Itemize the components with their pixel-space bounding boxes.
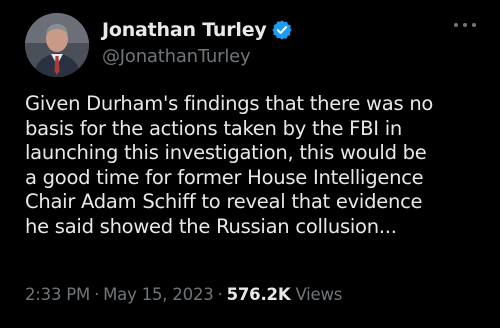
meta-separator: · (217, 285, 223, 304)
tweet-text-line: a good time for former House Intelligenc… (25, 165, 424, 189)
tweet-text-line: he said showed the Russian collusion... (25, 214, 397, 238)
name-row: Jonathan Turley (102, 17, 293, 43)
more-dot (472, 23, 476, 27)
more-options-icon[interactable] (454, 20, 476, 30)
views-count: 576.2K (226, 285, 291, 304)
more-dot (463, 23, 467, 27)
tweet-text: Given Durham's findings that there was n… (25, 92, 480, 240)
user-info: Jonathan Turley @JonathanTurley (102, 17, 293, 67)
tweet-time[interactable]: 2:33 PM (25, 285, 90, 304)
display-name[interactable]: Jonathan Turley (102, 19, 267, 41)
tweet-text-line: Chair Adam Schiff to reveal that evidenc… (25, 190, 423, 214)
tweet-text-line: launching this investigation, this would… (25, 141, 427, 165)
user-handle[interactable]: @JonathanTurley (102, 46, 293, 67)
tweet-meta: 2:33 PM · May 15, 2023 · 576.2K Views (25, 285, 342, 304)
avatar[interactable] (25, 13, 89, 77)
avatar-photo (25, 13, 89, 77)
tweet-text-line: Given Durham's findings that there was n… (25, 92, 434, 115)
more-dot (454, 23, 458, 27)
tweet-date[interactable]: May 15, 2023 (103, 285, 214, 304)
tweet-text-line: basis for the actions taken by the FBI i… (25, 116, 402, 140)
views-label: Views (295, 285, 343, 304)
tweet-card: Jonathan Turley @JonathanTurley Given Du… (0, 0, 500, 328)
meta-separator: · (94, 285, 100, 304)
verified-badge-icon (271, 19, 293, 41)
